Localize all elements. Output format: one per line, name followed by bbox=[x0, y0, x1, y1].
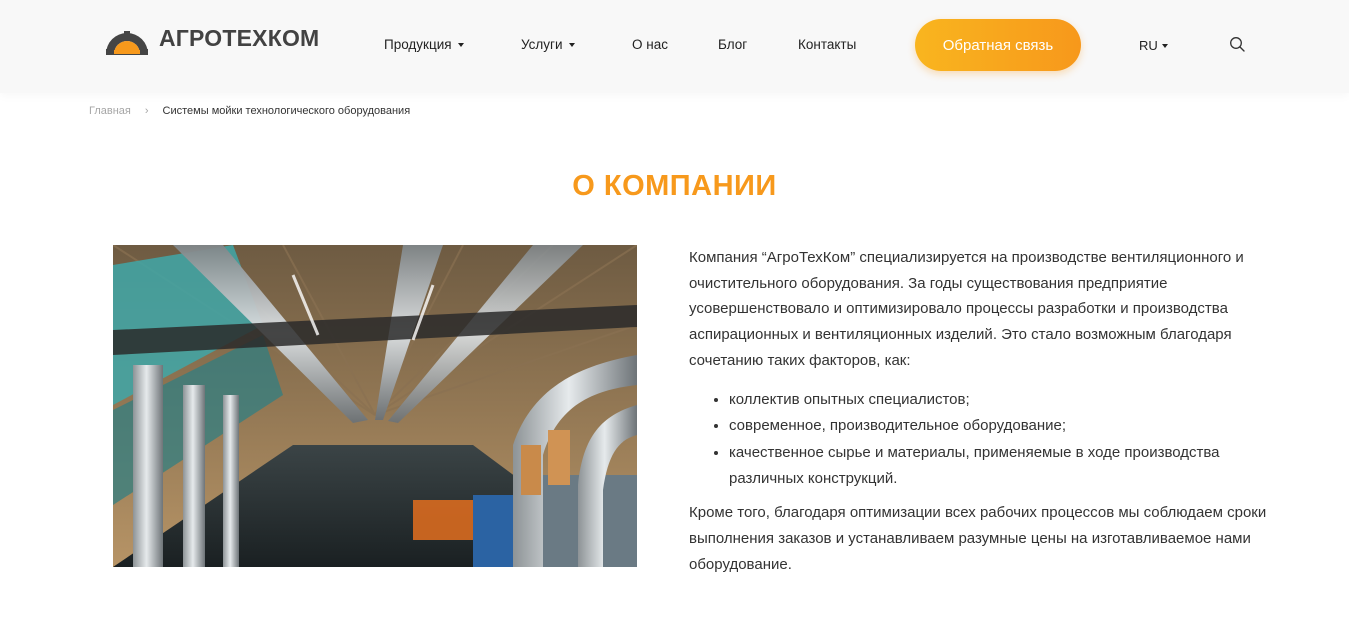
breadcrumb-home-link[interactable]: Главная bbox=[89, 105, 131, 117]
feedback-button[interactable]: Обратная связь bbox=[915, 19, 1081, 71]
nav-contacts-label: Контакты bbox=[798, 37, 857, 52]
language-selector[interactable]: RU bbox=[1139, 38, 1168, 53]
search-icon bbox=[1230, 37, 1245, 52]
nav-blog-label: Блог bbox=[718, 37, 748, 52]
breadcrumb-separator-icon: › bbox=[144, 105, 149, 117]
search-button[interactable] bbox=[1229, 36, 1246, 58]
about-outro: Кроме того, благодаря оптимизации всех р… bbox=[689, 504, 1267, 573]
nav-blog[interactable]: Блог bbox=[718, 37, 747, 52]
list-item: современное, производительное оборудован… bbox=[729, 413, 1279, 439]
factory-photo bbox=[113, 245, 637, 567]
section-title: О КОМПАНИИ bbox=[572, 170, 777, 202]
nav-about-label: О нас bbox=[632, 37, 668, 52]
factors-list: коллектив опытных специалистов; современ… bbox=[689, 387, 1279, 492]
site-header: АГРОТЕХКОМ Продукция Услуги О нас Блог К… bbox=[0, 0, 1349, 93]
nav-products-label: Продукция bbox=[384, 37, 452, 52]
nav-contacts[interactable]: Контакты bbox=[798, 37, 856, 52]
logo-icon bbox=[106, 31, 148, 55]
breadcrumb-current: Системы мойки технологического оборудова… bbox=[162, 105, 411, 117]
chevron-down-icon bbox=[568, 43, 575, 47]
list-item: коллектив опытных специалистов; bbox=[729, 387, 1279, 413]
about-intro: Компания “АгроТехКом” специализируется н… bbox=[689, 249, 1244, 369]
logo[interactable]: АГРОТЕХКОМ bbox=[104, 20, 319, 56]
logo-text: АГРОТЕХКОМ bbox=[159, 24, 320, 51]
factory-illustration bbox=[113, 245, 637, 567]
chevron-down-icon bbox=[1161, 44, 1168, 48]
list-item: качественное сырье и материалы, применяе… bbox=[729, 440, 1279, 491]
about-text: Компания “АгроТехКом” специализируется н… bbox=[689, 245, 1279, 577]
nav-services-label: Услуги bbox=[521, 37, 563, 52]
chevron-down-icon bbox=[457, 43, 464, 47]
nav-services[interactable]: Услуги bbox=[521, 37, 575, 52]
language-label: RU bbox=[1139, 38, 1158, 53]
nav-products[interactable]: Продукция bbox=[384, 37, 464, 52]
nav-about[interactable]: О нас bbox=[632, 37, 668, 52]
breadcrumb: Главная › Системы мойки технологического… bbox=[89, 105, 410, 117]
